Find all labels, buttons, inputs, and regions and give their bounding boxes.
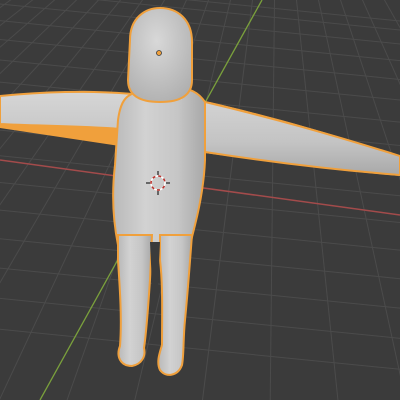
- object-origin-icon[interactable]: [156, 50, 162, 56]
- 3d-viewport[interactable]: [0, 0, 400, 400]
- torso: [112, 87, 206, 246]
- viewport-canvas[interactable]: [0, 0, 400, 400]
